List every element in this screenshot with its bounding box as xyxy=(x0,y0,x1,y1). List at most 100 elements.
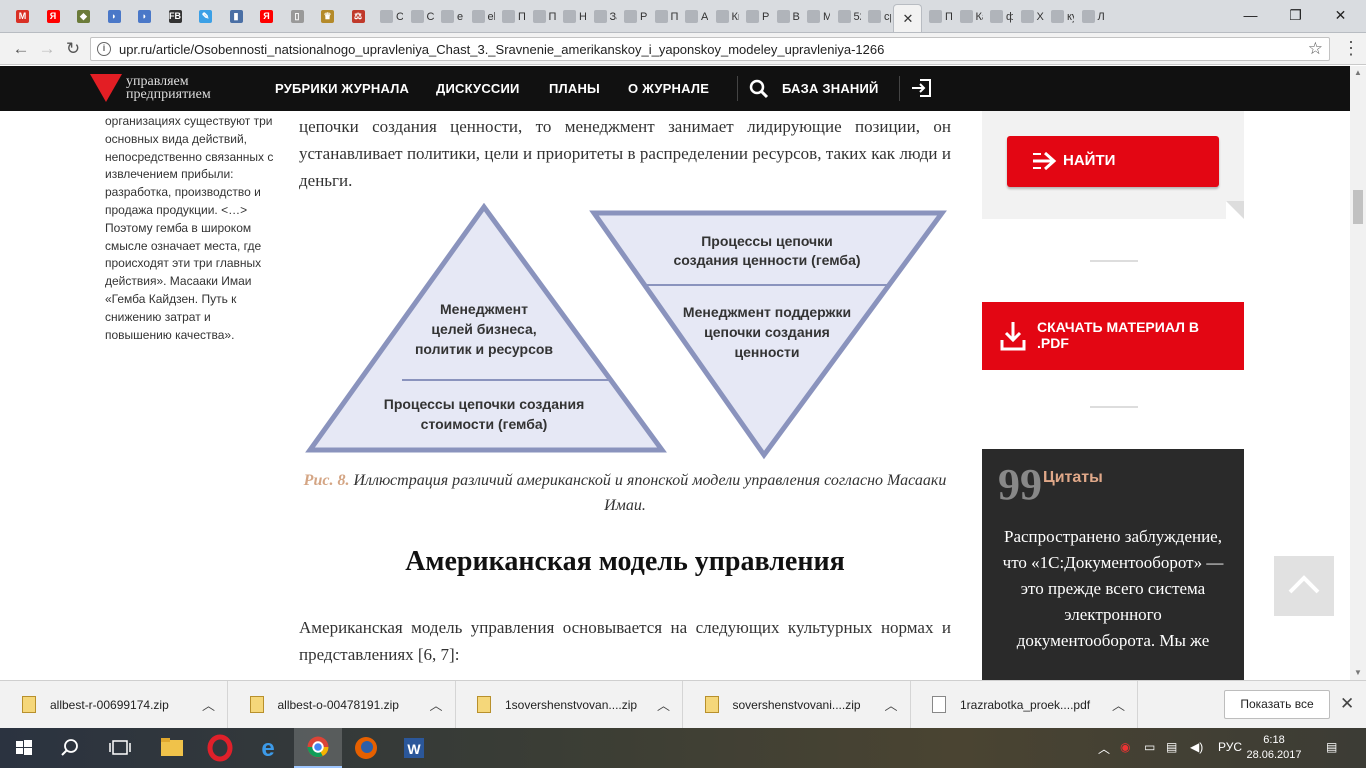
tab-title: Пр xyxy=(945,11,952,23)
browser-tab[interactable]: 52 xyxy=(832,4,861,32)
browser-tab[interactable]: Ак xyxy=(679,4,708,32)
browser-tab[interactable]: FB xyxy=(161,4,190,32)
url-text[interactable]: upr.ru/article/Osobennosti_natsionalnogo… xyxy=(119,42,884,57)
chrome-icon[interactable] xyxy=(294,728,342,768)
scroll-to-top-button[interactable] xyxy=(1274,556,1334,616)
scroll-up-icon[interactable]: ▲ xyxy=(1350,66,1366,80)
minimize-button[interactable]: — xyxy=(1228,0,1273,30)
download-pdf-button[interactable]: СКАЧАТЬ МАТЕРИАЛ В .PDF xyxy=(982,302,1244,370)
task-view-icon[interactable] xyxy=(96,728,144,768)
browser-tab[interactable]: ◗ xyxy=(130,4,159,32)
browser-tab[interactable]: ◆ xyxy=(69,4,98,32)
browser-tab[interactable]: Ст xyxy=(374,4,403,32)
clock[interactable]: 6:18 28.06.2017 xyxy=(1244,733,1304,763)
browser-tab[interactable]: Ха xyxy=(1015,4,1044,32)
browser-tab[interactable]: ▯ xyxy=(283,4,312,32)
close-window-button[interactable]: ✕ xyxy=(1318,0,1363,30)
download-item[interactable]: allbest-o-00478191.zip ︿ xyxy=(230,681,456,729)
opera-icon[interactable] xyxy=(196,728,244,768)
search-icon[interactable] xyxy=(749,79,769,99)
nav-rubrics[interactable]: РУБРИКИ ЖУРНАЛА xyxy=(275,81,409,96)
forward-button[interactable]: → xyxy=(36,39,58,61)
left-top-label-3: политик и ресурсов xyxy=(415,341,553,357)
quote-text[interactable]: Распространено заблуждение, что «1С:Доку… xyxy=(1000,524,1226,654)
notifications-icon[interactable]: ▤ xyxy=(1326,740,1337,754)
browser-menu-icon[interactable]: ⋮ xyxy=(1342,37,1360,61)
download-item[interactable]: 1sovershenstvovan....zip ︿ xyxy=(457,681,683,729)
browser-tab[interactable]: Пр xyxy=(923,4,952,32)
browser-tab[interactable]: Ка xyxy=(954,4,983,32)
address-bar[interactable]: i upr.ru/article/Osobennosti_natsionalno… xyxy=(90,37,1330,61)
find-button[interactable]: НАЙТИ xyxy=(1007,136,1219,187)
close-tab-icon[interactable]: ✕ xyxy=(903,11,914,27)
browser-tab[interactable]: ср xyxy=(862,4,891,32)
page-scrollbar[interactable]: ▲ ▼ xyxy=(1350,66,1366,680)
nav-about[interactable]: О ЖУРНАЛЕ xyxy=(628,81,709,96)
nav-discussions[interactable]: ДИСКУССИИ xyxy=(436,81,520,96)
tray-chevron-icon[interactable]: ︿ xyxy=(1098,740,1110,757)
word-icon[interactable]: W xyxy=(390,728,438,768)
page-icon: ▯ xyxy=(290,10,304,23)
site-logo[interactable]: управляем предприятием xyxy=(126,75,211,102)
bookmark-star-icon[interactable]: ☆ xyxy=(1308,39,1323,59)
browser-tab[interactable]: фо xyxy=(984,4,1013,32)
browser-tab[interactable]: За xyxy=(588,4,617,32)
edge-icon[interactable]: e xyxy=(244,728,292,768)
browser-tab[interactable]: ▮ xyxy=(222,4,251,32)
browser-tab[interactable]: Ре xyxy=(740,4,769,32)
quote-mark-icon: 99 xyxy=(998,460,1042,509)
scroll-thumb[interactable] xyxy=(1353,190,1363,224)
download-item[interactable]: sovershenstvovani....zip ︿ xyxy=(685,681,911,729)
browser-tab[interactable]: Я xyxy=(252,4,281,32)
login-icon[interactable] xyxy=(910,78,932,98)
chevron-up-icon[interactable]: ︿ xyxy=(202,695,215,714)
scroll-down-icon[interactable]: ▼ xyxy=(1350,666,1366,680)
browser-tab[interactable]: Я xyxy=(39,4,68,32)
volume-icon[interactable]: ◀) xyxy=(1190,740,1203,754)
show-all-button[interactable]: Показать все xyxy=(1224,690,1330,719)
browser-tab[interactable]: ✕ xyxy=(892,4,922,32)
file-explorer-icon[interactable] xyxy=(148,728,196,768)
windows-taskbar: e W ︿ ◉ ▭ ▤ ◀) РУС 6:18 28.06.2017 ▤ xyxy=(0,728,1366,768)
tab-title: Ст xyxy=(396,11,403,23)
close-download-bar-icon[interactable]: ✕ xyxy=(1340,694,1354,714)
nav-plans[interactable]: ПЛАНЫ xyxy=(549,81,600,96)
download-item[interactable]: allbest-r-00699174.zip ︿ xyxy=(2,681,228,729)
search-icon[interactable] xyxy=(48,728,96,768)
chevron-up-icon[interactable]: ︿ xyxy=(885,695,898,714)
tray-app-icon[interactable]: ◉ xyxy=(1120,740,1130,754)
browser-tab[interactable]: Пр xyxy=(649,4,678,32)
back-button[interactable]: ← xyxy=(10,39,32,61)
site-info-icon[interactable]: i xyxy=(97,42,111,56)
tray-device-icon[interactable]: ▭ xyxy=(1144,740,1155,754)
browser-tab[interactable]: Вы xyxy=(771,4,800,32)
network-icon[interactable]: ▤ xyxy=(1166,740,1177,754)
browser-tab[interactable]: Си xyxy=(405,4,434,32)
download-item[interactable]: 1razrabotka_proek....pdf ︿ xyxy=(912,681,1138,729)
browser-tab[interactable]: eL xyxy=(435,4,464,32)
browser-tab[interactable]: eli xyxy=(466,4,495,32)
browser-tab[interactable]: ✎ xyxy=(191,4,220,32)
browser-tab[interactable]: M xyxy=(8,4,37,32)
logo-icon[interactable] xyxy=(90,74,122,102)
chevron-up-icon[interactable]: ︿ xyxy=(1112,695,1125,714)
reload-button[interactable]: ↻ xyxy=(62,39,84,61)
browser-tab[interactable]: На xyxy=(557,4,586,32)
chevron-up-icon[interactable]: ︿ xyxy=(430,695,443,714)
nav-knowledge-base[interactable]: БАЗА ЗНАНИЙ xyxy=(782,81,879,96)
browser-tab[interactable]: По xyxy=(496,4,525,32)
firefox-icon[interactable] xyxy=(342,728,390,768)
browser-tab[interactable]: Ра xyxy=(618,4,647,32)
browser-tab[interactable]: Ме xyxy=(801,4,830,32)
browser-tab[interactable]: ◗ xyxy=(100,4,129,32)
start-icon[interactable] xyxy=(0,728,48,768)
browser-tab[interactable]: ⚖ xyxy=(344,4,373,32)
browser-tab[interactable]: Ле xyxy=(1076,4,1105,32)
browser-tab[interactable]: По xyxy=(527,4,556,32)
language-indicator[interactable]: РУС xyxy=(1218,740,1242,754)
restore-button[interactable]: ❐ xyxy=(1273,0,1318,30)
browser-tab[interactable]: ♛ xyxy=(313,4,342,32)
browser-tab[interactable]: кур xyxy=(1045,4,1074,32)
browser-tab[interactable]: Ки xyxy=(710,4,739,32)
chevron-up-icon[interactable]: ︿ xyxy=(657,695,670,714)
